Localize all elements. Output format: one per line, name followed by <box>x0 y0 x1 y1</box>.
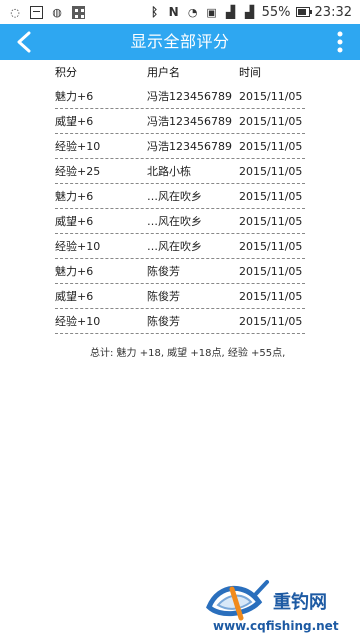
time-cell: 2015/11/05 <box>239 114 303 128</box>
security-icon: ◍ <box>52 5 62 19</box>
table-header: 积分 用户名 时间 <box>55 60 305 84</box>
watermark: 重钓网 www.cqfishing.net <box>201 579 357 635</box>
table-row: 威望+6 陈俊芳 2015/11/05 <box>55 284 305 309</box>
more-vertical-icon <box>337 31 343 53</box>
battery-icon <box>295 5 312 19</box>
time-cell: 2015/11/05 <box>239 289 303 303</box>
score-cell: 威望+6 <box>55 115 94 128</box>
username-cell: …风在吹乡 <box>147 240 202 253</box>
clock: 23:32 <box>314 4 352 20</box>
time-cell: 2015/11/05 <box>239 214 303 228</box>
time-cell: 2015/11/05 <box>239 164 303 178</box>
fishing-logo-icon <box>206 580 269 621</box>
username-cell: …风在吹乡 <box>147 215 202 228</box>
table-row: 威望+6 冯浩123456789 2015/11/05 <box>55 109 305 134</box>
sim-one-icon: ▣ <box>206 5 217 19</box>
image-icon <box>29 5 43 19</box>
username-cell: 陈俊芳 <box>147 315 180 328</box>
score-cell: 经验+10 <box>55 240 101 253</box>
battery-percent: 55% <box>261 4 291 20</box>
watermark-brand: 重钓网 <box>273 592 327 613</box>
table-row: 魅力+6 …风在吹乡 2015/11/05 <box>55 184 305 209</box>
username-cell: 陈俊芳 <box>147 265 180 278</box>
qr-code-icon <box>71 5 85 19</box>
signal-e-icon: ▟ <box>245 5 255 19</box>
score-summary: 总计: 魅力 +18, 威望 +18点, 经验 +55点, <box>90 348 286 359</box>
time-cell: 2015/11/05 <box>239 139 303 153</box>
score-cell: 经验+10 <box>55 140 101 153</box>
score-cell: 威望+6 <box>55 290 94 303</box>
status-right-icons: ᛒ N ◔ ▣ ▟ ▟ 55% 23:32 <box>148 0 352 24</box>
score-cell: 经验+25 <box>55 165 101 178</box>
time-cell: 2015/11/05 <box>239 239 303 253</box>
bluetooth-icon: ᛒ <box>151 5 159 19</box>
time-cell: 2015/11/05 <box>239 264 303 278</box>
username-cell: 冯浩123456789 <box>147 115 232 128</box>
status-bar: ◌ ◍ ᛒ N ◔ ▣ ▟ ▟ 55% 23:32 <box>0 0 360 24</box>
username-cell: 北路小栋 <box>147 165 191 178</box>
score-cell: 魅力+6 <box>55 90 94 103</box>
score-cell: 魅力+6 <box>55 265 94 278</box>
time-cell: 2015/11/05 <box>239 314 303 328</box>
time-cell: 2015/11/05 <box>239 189 303 203</box>
table-row: 魅力+6 陈俊芳 2015/11/05 <box>55 259 305 284</box>
score-table: 积分 用户名 时间 魅力+6 冯浩123456789 2015/11/05 威望… <box>55 60 305 334</box>
nfc-icon: N <box>168 5 179 19</box>
wifi-icon: ◔ <box>187 5 198 19</box>
more-options-button[interactable] <box>332 29 348 55</box>
status-left-icons: ◌ ◍ <box>8 0 85 24</box>
table-row: 经验+10 陈俊芳 2015/11/05 <box>55 309 305 334</box>
table-row: 经验+10 冯浩123456789 2015/11/05 <box>55 134 305 159</box>
table-row: 经验+25 北路小栋 2015/11/05 <box>55 159 305 184</box>
time-column-header: 时间 <box>239 66 261 79</box>
username-column-header: 用户名 <box>147 66 180 79</box>
signal-4g-icon: ▟ <box>226 5 236 19</box>
app-bar: 显示全部评分 <box>0 24 360 60</box>
score-cell: 魅力+6 <box>55 190 94 203</box>
time-cell: 2015/11/05 <box>239 89 303 103</box>
username-cell: 冯浩123456789 <box>147 90 232 103</box>
page-title: 显示全部评分 <box>130 32 230 51</box>
username-cell: …风在吹乡 <box>147 190 202 203</box>
score-cell: 威望+6 <box>55 215 94 228</box>
score-column-header: 积分 <box>55 66 77 79</box>
table-row: 魅力+6 冯浩123456789 2015/11/05 <box>55 84 305 109</box>
username-cell: 冯浩123456789 <box>147 140 232 153</box>
table-row: 经验+10 …风在吹乡 2015/11/05 <box>55 234 305 259</box>
username-cell: 陈俊芳 <box>147 290 180 303</box>
table-row: 威望+6 …风在吹乡 2015/11/05 <box>55 209 305 234</box>
wechat-icon: ◌ <box>10 5 20 19</box>
watermark-url: www.cqfishing.net <box>213 619 339 633</box>
score-cell: 经验+10 <box>55 315 101 328</box>
